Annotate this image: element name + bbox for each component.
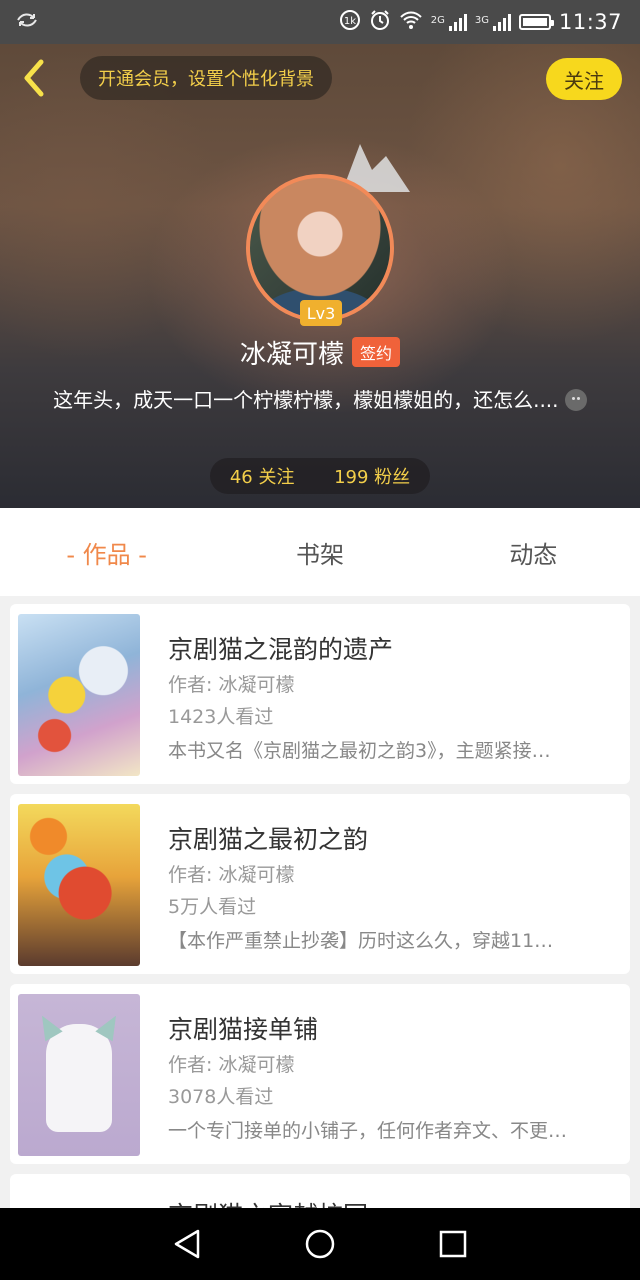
smiley-emoji-icon [564,389,587,411]
alarm-icon [369,9,391,36]
book-cover[interactable] [18,994,140,1156]
book-cover[interactable] [18,614,140,776]
signed-badge: 签约 [352,337,401,367]
profile-tabs: - 作品 - 书架 动态 [0,508,640,596]
system-nav-bar [0,1208,640,1280]
book-author: 作者: 冰凝可檬 [168,674,295,696]
tab-bookshelf[interactable]: 书架 [213,508,426,596]
network-type-label: 2G [430,14,445,26]
profile-header: 开通会员，设置个性化背景 关注 Lv3 冰凝可檬 签约 这年头，成天一口一个柠檬… [0,44,640,508]
followers-count[interactable]: 199 粉丝 [334,463,410,489]
tab-activity[interactable]: 动态 [427,508,640,596]
chevron-left-icon [24,59,44,97]
status-bar: 1k 2G 3G 11:37 [0,0,640,44]
vip-background-prompt[interactable]: 开通会员，设置个性化背景 [80,56,332,100]
square-recents-icon [440,1230,467,1258]
battery-icon [518,14,554,30]
book-author: 作者: 冰凝可檬 [168,864,295,886]
wifi-icon [399,10,423,35]
book-cover[interactable] [18,804,140,966]
data-speed-icon: 1k [339,9,361,36]
bio-text: 这年头，成天一口一个柠檬柠檬，檬姐檬姐的，还怎么.... [53,388,559,412]
circle-home-icon [305,1229,335,1259]
tab-works[interactable]: - 作品 - [0,508,213,596]
signal-icon [492,13,511,31]
svg-text:1k: 1k [344,16,356,27]
book-views: 3078人看过 [168,1086,274,1108]
nav-recents-button[interactable] [433,1224,473,1264]
book-author: 作者: 冰凝可檬 [168,1054,295,1076]
signal-icon [448,13,467,31]
clock: 11:37 [558,10,622,34]
book-views: 5万人看过 [168,896,257,918]
nav-back-button[interactable] [167,1224,207,1264]
book-title: 京剧猫之最初之韵 [168,825,369,854]
name-row: 冰凝可檬 签约 [0,332,640,372]
book-views: 1423人看过 [168,706,274,728]
triangle-back-icon [174,1229,199,1259]
nav-home-button[interactable] [300,1224,340,1264]
book-title: 京剧猫之混韵的遗产 [168,635,394,664]
user-bio: 这年头，成天一口一个柠檬柠檬，檬姐檬姐的，还怎么.... [40,386,600,414]
following-count[interactable]: 46 关注 [230,463,295,489]
book-description: 【本作严重禁止抄袭】历时这么久，穿越11… [168,930,554,952]
works-list: 京剧猫之混韵的遗产 作者: 冰凝可檬 1423人看过 本书又名《京剧猫之最初之韵… [10,604,630,1210]
list-item[interactable]: 京剧猫之穿越校园 [10,1174,630,1210]
book-title: 京剧猫接单铺 [168,1015,319,1044]
username: 冰凝可檬 [239,339,344,370]
list-item[interactable]: 京剧猫之最初之韵 作者: 冰凝可檬 5万人看过 【本作严重禁止抄袭】历时这么久，… [10,794,630,974]
follow-button[interactable]: 关注 [546,58,622,100]
list-item[interactable]: 京剧猫之混韵的遗产 作者: 冰凝可檬 1423人看过 本书又名《京剧猫之最初之韵… [10,604,630,784]
book-description: 一个专门接单的小铺子，任何作者弃文、不更… [168,1120,568,1142]
book-description: 本书又名《京剧猫之最初之韵3》，主题紧接… [168,740,551,762]
app-notification-icon [16,11,38,34]
back-button[interactable] [14,56,54,100]
network-type-label: 3G [474,14,489,26]
list-item[interactable]: 京剧猫接单铺 作者: 冰凝可檬 3078人看过 一个专门接单的小铺子，任何作者弃… [10,984,630,1164]
follow-stats: 46 关注 199 粉丝 [210,458,430,494]
level-badge: Lv3 [300,300,342,326]
